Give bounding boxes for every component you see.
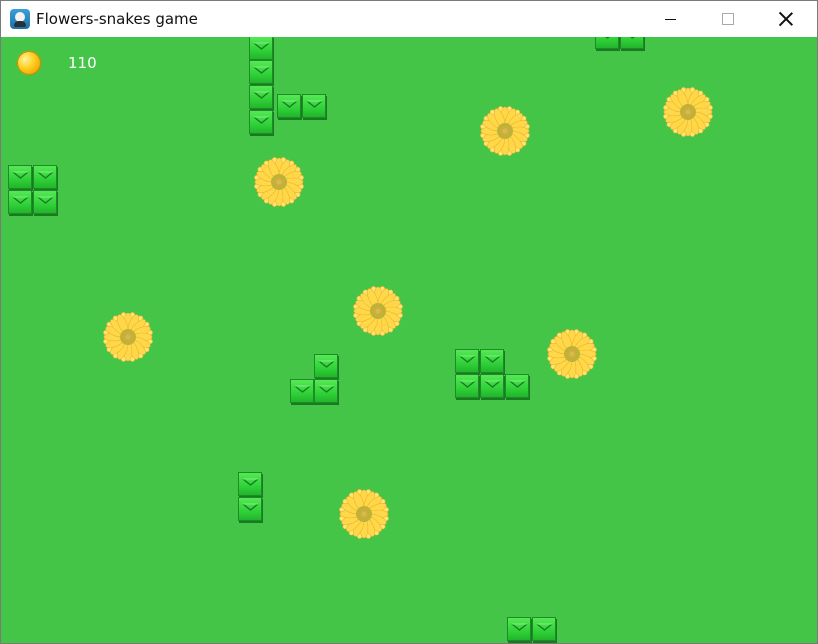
title-bar[interactable]: Flowers-snakes game bbox=[1, 1, 817, 37]
sunflower-icon bbox=[661, 85, 715, 143]
snake-5-segment bbox=[455, 349, 479, 373]
minimize-icon bbox=[664, 18, 676, 20]
sunflower-icon bbox=[351, 284, 405, 342]
coin-icon bbox=[17, 51, 41, 75]
sunflower-icon bbox=[337, 487, 391, 545]
snake-5-segment bbox=[455, 374, 479, 398]
snake-5-segment bbox=[480, 374, 504, 398]
snake-1-segment bbox=[249, 110, 273, 134]
snake-3-segment bbox=[8, 190, 32, 214]
maximize-icon bbox=[722, 13, 734, 25]
snake-4-segment bbox=[314, 354, 338, 378]
sunflower-icon bbox=[478, 104, 532, 162]
close-icon bbox=[779, 12, 793, 26]
sunflower-icon bbox=[545, 327, 599, 385]
snake-5-segment bbox=[505, 374, 529, 398]
close-button[interactable] bbox=[763, 1, 809, 37]
maximize-button[interactable] bbox=[705, 1, 751, 37]
sunflower-icon bbox=[252, 155, 306, 213]
snake-3-segment bbox=[33, 190, 57, 214]
snake-6-segment bbox=[238, 497, 262, 521]
snake-1-segment bbox=[249, 85, 273, 109]
sunflower-icon bbox=[101, 310, 155, 368]
game-field[interactable]: 110 bbox=[1, 37, 817, 643]
snake-1-segment bbox=[249, 60, 273, 84]
snake-2-segment bbox=[595, 37, 619, 49]
snake-6-segment bbox=[238, 472, 262, 496]
app-icon bbox=[10, 9, 30, 29]
game-window: Flowers-snakes game 110 bbox=[0, 0, 818, 644]
snake-3-segment bbox=[33, 165, 57, 189]
snake-1-segment bbox=[277, 94, 301, 118]
snake-4-segment bbox=[314, 379, 338, 403]
snake-5-segment bbox=[480, 349, 504, 373]
minimize-button[interactable] bbox=[647, 1, 693, 37]
snake-1-segment bbox=[302, 94, 326, 118]
window-title: Flowers-snakes game bbox=[36, 10, 198, 28]
snake-4-segment bbox=[290, 379, 314, 403]
snake-2-segment bbox=[620, 37, 644, 49]
score-value: 110 bbox=[68, 54, 97, 72]
snake-7-segment bbox=[532, 617, 556, 641]
snake-7-segment bbox=[507, 617, 531, 641]
snake-3-segment bbox=[8, 165, 32, 189]
snake-1-segment bbox=[249, 37, 273, 60]
